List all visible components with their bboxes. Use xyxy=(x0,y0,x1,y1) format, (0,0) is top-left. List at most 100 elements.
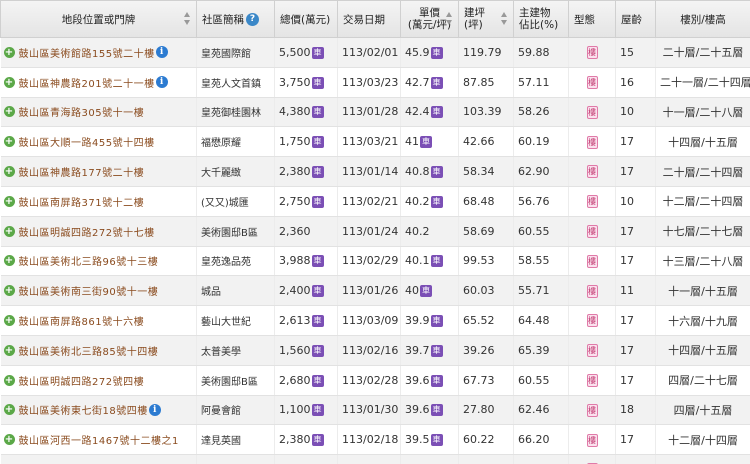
parking-tag-icon[interactable]: 車 xyxy=(311,166,324,179)
table-row[interactable]: + 鼓山區美術北三路96號十三樓 皇苑逸品苑 3,988 車 113/02/29 40.1 車… xyxy=(0,246,750,277)
address-text[interactable]: 鼓山區南屏路861號十六樓 xyxy=(19,317,145,328)
parking-tag-icon[interactable]: 車 xyxy=(430,434,443,447)
expand-icon[interactable]: + xyxy=(3,404,15,416)
parking-tag-icon[interactable]: 車 xyxy=(311,255,324,268)
parking-tag-icon[interactable]: 車 xyxy=(311,76,324,89)
community-name[interactable]: 皇苑御桂園林 xyxy=(201,108,261,119)
community-name[interactable]: 太普美學 xyxy=(201,347,241,358)
expand-icon[interactable]: + xyxy=(3,285,15,297)
parking-tag-icon[interactable]: 車 xyxy=(311,315,324,328)
community-cell[interactable]: 藝山大世紀 xyxy=(196,305,275,336)
expand-icon[interactable]: + xyxy=(3,374,15,386)
column-header-total-price[interactable]: 總價(萬元) xyxy=(274,0,338,38)
address-cell[interactable]: + 鼓山區青海路305號十一樓 xyxy=(0,97,197,128)
parking-tag-icon[interactable]: 車 xyxy=(311,374,324,387)
address-cell[interactable]: +鼓山區美術東二路58號二樓i xyxy=(0,454,197,464)
address-text[interactable]: 鼓山區美術北三路96號十三樓 xyxy=(19,257,159,268)
parking-tag-icon[interactable]: 車 xyxy=(430,106,443,119)
info-icon[interactable]: i xyxy=(155,46,168,59)
sort-icon[interactable] xyxy=(499,12,510,26)
address-cell[interactable]: + 鼓山區美術館路155號二十樓 i xyxy=(0,37,197,68)
address-text[interactable]: 鼓山區大順一路455號十四樓 xyxy=(19,138,155,149)
address-cell[interactable]: + 鼓山區明誠四路272號十七樓 xyxy=(0,216,197,247)
community-cell[interactable]: 大千麗緻 xyxy=(196,156,275,187)
column-header-area[interactable]: 建坪 (坪) xyxy=(458,0,514,38)
address-text[interactable]: 鼓山區美術東七街18號四樓 xyxy=(19,406,148,417)
table-row[interactable]: + 鼓山區南屏路371號十二樓 (又又)城匯 2,750 車 113/02/21 40.2 車… xyxy=(0,186,750,217)
community-name[interactable]: 皇苑國際館 xyxy=(201,49,251,60)
community-cell[interactable]: 福懋原耀 xyxy=(196,126,275,158)
community-name[interactable]: 阿曼會館 xyxy=(201,406,241,417)
column-header-community[interactable]: 社區簡稱? xyxy=(196,0,275,38)
community-name[interactable]: 藝山大世紀 xyxy=(201,317,251,328)
expand-icon[interactable]: + xyxy=(3,315,15,327)
table-row[interactable]: + 鼓山區美術北三路85號十四樓 太普美學 1,560 車 113/02/16 39.7 車 3… xyxy=(0,335,750,366)
community-cell[interactable]: 康橋 xyxy=(196,454,275,464)
help-icon[interactable]: ? xyxy=(246,13,259,26)
table-row[interactable]: + 鼓山區河西一路1467號十二樓之1 達見英國 2,380 車 113/02/18 39.… xyxy=(0,424,750,456)
community-cell[interactable]: 達見英國 xyxy=(196,424,275,456)
parking-tag-icon[interactable]: 車 xyxy=(311,46,324,59)
address-text[interactable]: 鼓山區神農路177號二十樓 xyxy=(19,168,145,179)
community-name[interactable]: 美術園邸B區 xyxy=(201,377,258,388)
column-header-unit-price[interactable]: 單價 (萬元/坪) xyxy=(400,0,459,38)
community-cell[interactable]: 阿曼會館 xyxy=(196,395,275,426)
community-cell[interactable]: 皇苑人文首鎮 xyxy=(196,67,275,98)
address-cell[interactable]: + 鼓山區美術北三路96號十三樓 xyxy=(0,246,197,277)
expand-icon[interactable]: + xyxy=(3,434,15,446)
parking-tag-icon[interactable]: 車 xyxy=(430,404,443,417)
community-name[interactable]: 皇苑逸品苑 xyxy=(201,257,251,268)
parking-tag-icon[interactable]: 車 xyxy=(430,46,443,59)
parking-tag-icon[interactable]: 車 xyxy=(311,285,324,298)
community-name[interactable]: 達見英國 xyxy=(201,436,241,447)
table-row[interactable]: + 鼓山區青海路305號十一樓 皇苑御桂園林 4,380 車 113/01/28 42.4 車… xyxy=(0,97,750,128)
community-cell[interactable]: 皇苑御桂園林 xyxy=(196,97,275,128)
community-name[interactable]: 美術園邸B區 xyxy=(201,228,258,239)
address-cell[interactable]: + 鼓山區河西一路1467號十二樓之1 xyxy=(0,424,197,456)
community-name[interactable]: 大千麗緻 xyxy=(201,168,241,179)
table-row[interactable]: +鼓山區美術東二路58號二樓i康橋1,280車113/01/0139.5車32.… xyxy=(0,454,750,464)
address-cell[interactable]: + 鼓山區神農路201號二十一樓 i xyxy=(0,67,197,98)
parking-tag-icon[interactable]: 車 xyxy=(420,136,432,149)
parking-tag-icon[interactable]: 車 xyxy=(311,106,324,119)
info-icon[interactable]: i xyxy=(148,403,161,416)
parking-tag-icon[interactable]: 車 xyxy=(430,374,443,387)
column-header-main-ratio[interactable]: 主建物 佔比(%) xyxy=(513,0,569,38)
table-row[interactable]: + 鼓山區明誠四路272號四樓 美術園邸B區 2,680 車 113/02/28 39.6 車… xyxy=(0,365,750,396)
community-cell[interactable]: 城品 xyxy=(196,275,275,307)
expand-icon[interactable]: + xyxy=(3,344,15,356)
expand-icon[interactable]: + xyxy=(3,195,15,207)
expand-icon[interactable]: + xyxy=(3,106,15,118)
parking-tag-icon[interactable]: 車 xyxy=(430,255,443,268)
table-row[interactable]: + 鼓山區美術東七街18號四樓 i 阿曼會館 1,100 車 113/01/30 39.6 車 2… xyxy=(0,395,750,426)
expand-icon[interactable]: + xyxy=(3,76,15,88)
address-text[interactable]: 鼓山區明誠四路272號十七樓 xyxy=(19,228,155,239)
address-text[interactable]: 鼓山區神農路201號二十一樓 xyxy=(19,79,155,90)
address-text[interactable]: 鼓山區河西一路1467號十二樓之1 xyxy=(19,436,179,447)
address-text[interactable]: 鼓山區青海路305號十一樓 xyxy=(19,108,145,119)
community-cell[interactable]: 美術園邸B區 xyxy=(196,365,275,396)
table-row[interactable]: + 鼓山區美術南三街90號十一樓 城品 2,400 車 113/01/26 40 車 60.03… xyxy=(0,275,750,307)
sort-icon[interactable] xyxy=(182,12,193,26)
address-text[interactable]: 鼓山區明誠四路272號四樓 xyxy=(19,377,145,388)
community-name[interactable]: 皇苑人文首鎮 xyxy=(201,79,261,90)
column-header-type[interactable]: 型態 xyxy=(568,0,616,38)
parking-tag-icon[interactable]: 車 xyxy=(430,344,443,357)
address-cell[interactable]: + 鼓山區南屏路861號十六樓 xyxy=(0,305,197,336)
address-cell[interactable]: + 鼓山區南屏路371號十二樓 xyxy=(0,186,197,217)
parking-tag-icon[interactable]: 車 xyxy=(430,195,443,208)
address-cell[interactable]: + 鼓山區美術東七街18號四樓 i xyxy=(0,395,197,426)
column-header-address[interactable]: 地段位置或門牌 xyxy=(0,0,197,38)
address-text[interactable]: 鼓山區美術館路155號二十樓 xyxy=(19,49,155,60)
expand-icon[interactable]: + xyxy=(3,166,15,178)
sort-icon[interactable] xyxy=(444,12,455,26)
parking-tag-icon[interactable]: 車 xyxy=(311,434,324,447)
address-text[interactable]: 鼓山區美術南三街90號十一樓 xyxy=(19,287,159,298)
info-icon[interactable]: i xyxy=(155,76,168,89)
expand-icon[interactable]: + xyxy=(3,136,15,148)
table-row[interactable]: + 鼓山區大順一路455號十四樓 福懋原耀 1,750 車 113/03/21 41 車 42.… xyxy=(0,126,750,158)
address-cell[interactable]: + 鼓山區神農路177號二十樓 xyxy=(0,156,197,187)
expand-icon[interactable]: + xyxy=(3,225,15,237)
table-row[interactable]: + 鼓山區美術館路155號二十樓 i 皇苑國際館 5,500 車 113/02/01 45.9… xyxy=(0,37,750,68)
table-row[interactable]: + 鼓山區神農路177號二十樓 大千麗緻 2,380 車 113/01/14 40.8 車 58… xyxy=(0,156,750,187)
